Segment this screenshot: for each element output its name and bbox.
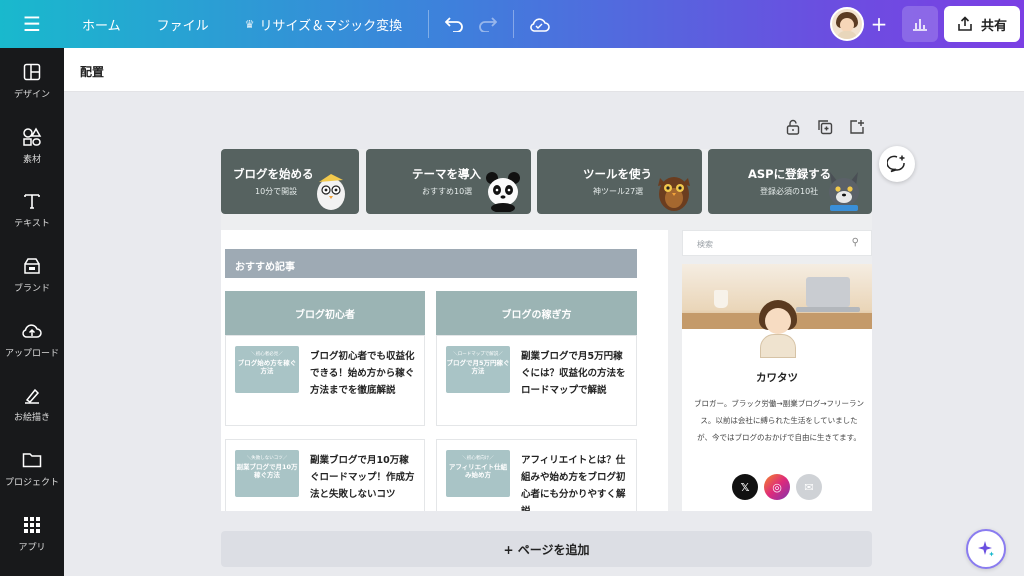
bird-mascot-icon (317, 174, 345, 210)
article-thumbnail: ＼ロードマップで解説／ ブログで月5万円稼ぐ方法 (446, 346, 510, 393)
invite-plus-icon[interactable]: + (864, 0, 894, 48)
sidebar-item-label: お絵描き (13, 413, 50, 424)
recommended-panel: おすすめ記事 ブログ初心者 ブログの稼ぎ方 ＼初心者必見／ ブログ始め方を稼ぐ方法… (221, 230, 668, 511)
sidebar-item-apps[interactable]: アプリ (0, 501, 64, 566)
resize-label: リサイズ＆マジック変換 (259, 18, 403, 34)
profile-sidebar: 検索 ⚲ カワタツ ブロガー。ブラック労働→副業ブログ→フリーランス。以前は会社… (682, 230, 872, 511)
category-title: ASPに登録する (748, 167, 832, 181)
category-title: テーマを導入 (412, 167, 481, 181)
profile-name: カワタツ (756, 372, 798, 384)
sidebar-item-label: ブランド (13, 283, 50, 294)
design-page[interactable]: ブログを始める 10分で開設 テーマを導入 おすすめ10選 ツールを使う 神ツー… (221, 149, 872, 511)
article-thumbnail: ＼初心者向け／ アフィリエイト仕組み始め方 (446, 450, 510, 497)
add-comment-icon[interactable] (879, 146, 915, 182)
column-heading-earning: ブログの稼ぎ方 (436, 291, 637, 335)
page-tools (784, 118, 866, 136)
magic-sparkle-icon[interactable] (966, 529, 1006, 569)
category-subtitle: 10分で開設 (255, 187, 298, 196)
article-card[interactable]: ＼失敗しないコツ／ 副業ブログで月10万稼ぐ方法 副業ブログで月10万稼ぐロードマ… (225, 439, 425, 511)
hamburger-icon[interactable]: ☰ (0, 0, 64, 48)
category-card[interactable]: テーマを導入 おすすめ10選 (366, 149, 531, 214)
cloud-save-icon[interactable] (522, 0, 556, 48)
category-row: ブログを始める 10分で開設 テーマを導入 おすすめ10選 ツールを使う 神ツー… (221, 149, 872, 214)
folder-icon (21, 449, 43, 471)
column-heading-beginner: ブログ初心者 (225, 291, 425, 335)
sidebar-item-label: アップロード (4, 348, 59, 359)
category-title: ブログを始める (233, 167, 314, 181)
profile-description: ブロガー。ブラック労働→副業ブログ→フリーランス。以前は会社に縛られた生活をして… (694, 399, 864, 442)
sidebar-item-draw[interactable]: お絵描き (0, 371, 64, 436)
apps-icon (21, 514, 43, 536)
share-label: 共有 (980, 18, 1007, 34)
lock-icon[interactable] (784, 118, 802, 136)
context-toolbar: 配置 (64, 48, 1024, 92)
left-sidebar: デザイン 素材 テキスト ブランド アップロード お絵描き プロジェクト アプリ (0, 48, 64, 576)
text-icon (21, 190, 43, 212)
sidebar-item-text[interactable]: テキスト (0, 177, 64, 242)
sidebar-item-label: デザイン (13, 89, 50, 100)
sidebar-item-elements[interactable]: 素材 (0, 113, 64, 178)
resize-menu[interactable]: ♛ リサイズ＆マジック変換 (227, 0, 421, 48)
panda-mascot-icon (486, 172, 520, 212)
draw-icon (21, 384, 43, 406)
redo-icon[interactable] (471, 0, 505, 48)
article-card[interactable]: ＼ロードマップで解説／ ブログで月5万円稼ぐ方法 副業ブログで月5万円稼ぐには？収… (436, 335, 637, 426)
brand-icon (21, 255, 43, 277)
profile-card: カワタツ ブロガー。ブラック労働→副業ブログ→フリーランス。以前は会社に縛られた… (682, 264, 872, 511)
sidebar-item-upload[interactable]: アップロード (0, 307, 64, 372)
search-input[interactable]: 検索 ⚲ (682, 230, 872, 256)
shapes-icon (21, 126, 43, 148)
article-title: 副業ブログで月5万円稼ぐには？収益化の方法をロードマップで解説 (521, 351, 626, 396)
upload-icon (21, 320, 43, 342)
article-title: ブログ初心者でも収益化できる！始め方から稼ぐ方法までを徹底解説 (310, 351, 415, 396)
add-page-button[interactable]: + ページを追加 (221, 531, 872, 567)
position-button[interactable]: 配置 (80, 63, 104, 80)
x-icon[interactable]: 𝕏 (732, 474, 758, 500)
category-title: ツールを使う (583, 167, 652, 181)
category-card[interactable]: ツールを使う 神ツール27選 (537, 149, 702, 214)
sidebar-item-label: プロジェクト (4, 477, 59, 488)
sidebar-item-label: テキスト (14, 219, 50, 230)
toolbar-divider (513, 10, 515, 38)
category-subtitle: 神ツール27選 (593, 187, 644, 196)
file-menu[interactable]: ファイル (139, 0, 227, 48)
crown-icon: ♛ (244, 17, 255, 31)
article-title: 副業ブログで月10万稼ぐロードマップ！作成方法と失敗しないコツ (310, 455, 415, 500)
article-title: アフィリエイトとは？仕組みや始め方をブログ初心者にも分かりやすく解説 (521, 455, 626, 511)
instagram-icon[interactable]: ◎ (764, 474, 790, 500)
article-thumbnail: ＼初心者必見／ ブログ始め方を稼ぐ方法 (235, 346, 299, 393)
add-page-icon[interactable] (848, 118, 866, 136)
sidebar-item-brand[interactable]: ブランド (0, 242, 64, 307)
category-subtitle: おすすめ10選 (422, 187, 473, 196)
social-links: 𝕏 ◎ ✉ (682, 474, 872, 500)
wolf-mascot-icon (829, 172, 859, 211)
search-icon: ⚲ (851, 237, 859, 248)
share-button[interactable]: 共有 (944, 6, 1020, 42)
owl-mascot-icon (658, 177, 690, 211)
article-card[interactable]: ＼初心者必見／ ブログ始め方を稼ぐ方法 ブログ初心者でも収益化できる！始め方から稼… (225, 335, 425, 426)
share-upload-icon (958, 16, 972, 31)
duplicate-page-icon[interactable] (816, 118, 834, 136)
top-toolbar: ☰ ホーム ファイル ♛ リサイズ＆マジック変換 + 共有 (0, 0, 1024, 48)
sidebar-item-projects[interactable]: プロジェクト (0, 436, 64, 501)
sidebar-item-label: アプリ (18, 542, 46, 553)
search-placeholder: 検索 (697, 240, 713, 249)
mail-icon[interactable]: ✉ (796, 474, 822, 500)
home-menu[interactable]: ホーム (64, 0, 139, 48)
category-subtitle: 登録必須の10社 (760, 187, 819, 196)
category-card[interactable]: ブログを始める 10分で開設 (221, 149, 359, 214)
section-heading: おすすめ記事 (225, 249, 637, 278)
toolbar-divider (428, 10, 430, 38)
insights-chart-icon[interactable] (902, 6, 938, 42)
article-card[interactable]: ＼初心者向け／ アフィリエイト仕組み始め方 アフィリエイトとは？仕組みや始め方をブ… (436, 439, 637, 511)
undo-icon[interactable] (437, 0, 471, 48)
sidebar-item-design[interactable]: デザイン (0, 48, 64, 113)
user-avatar[interactable] (830, 7, 864, 41)
category-card[interactable]: ASPに登録する 登録必須の10社 (708, 149, 872, 214)
profile-avatar (754, 300, 802, 358)
layout-icon (21, 61, 43, 83)
sidebar-item-label: 素材 (22, 154, 41, 165)
article-thumbnail: ＼失敗しないコツ／ 副業ブログで月10万稼ぐ方法 (235, 450, 299, 497)
